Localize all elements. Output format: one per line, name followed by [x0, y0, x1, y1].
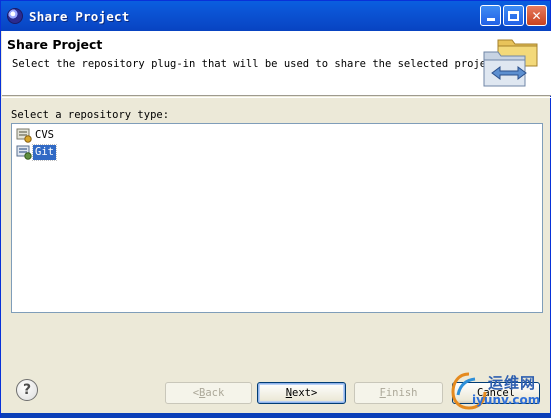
header-banner: Share Project Select the repository plug…	[2, 31, 551, 96]
back-button[interactable]: < Back	[165, 382, 252, 404]
close-icon: ✕	[531, 8, 542, 23]
minimize-icon	[486, 18, 495, 21]
window-controls: ✕	[480, 5, 547, 26]
list-item-label: Git	[32, 143, 57, 161]
banner-separator	[2, 97, 551, 98]
repository-type-list[interactable]: CVS Git	[11, 123, 543, 313]
maximize-icon	[508, 10, 519, 21]
title-bar[interactable]: Share Project ✕	[1, 1, 550, 31]
help-icon: ?	[22, 382, 32, 398]
eclipse-icon	[7, 8, 23, 24]
watermark-cn-text: 运维网	[488, 374, 537, 392]
list-item-cvs[interactable]: CVS	[16, 127, 56, 143]
window-title: Share Project	[29, 8, 130, 24]
share-project-dialog: Share Project ✕ Share Project Select the…	[0, 0, 551, 418]
list-item-git[interactable]: Git	[16, 143, 57, 161]
banner-description: Select the repository plug-in that will …	[12, 58, 506, 70]
watermark: 运维网 iyunv.com	[446, 369, 551, 415]
finish-label: inish	[385, 387, 418, 399]
watermark-url: iyunv.com	[472, 393, 541, 407]
git-repository-icon	[16, 145, 32, 160]
cvs-repository-icon	[16, 128, 32, 143]
banner-title: Share Project	[7, 37, 103, 52]
next-arrow: >	[310, 387, 318, 399]
list-item-label: CVS	[35, 128, 54, 141]
maximize-button[interactable]	[503, 5, 524, 26]
next-label: ext	[292, 387, 311, 399]
close-button[interactable]: ✕	[526, 5, 547, 26]
help-button[interactable]: ?	[16, 379, 38, 401]
finish-button[interactable]: Finish	[354, 382, 443, 404]
minimize-button[interactable]	[480, 5, 501, 26]
repository-type-label: Select a repository type:	[11, 109, 170, 121]
share-folders-icon	[483, 39, 538, 87]
window-bottom-edge	[1, 413, 551, 418]
back-label: ack	[205, 387, 225, 399]
next-button[interactable]: Next >	[257, 382, 346, 404]
